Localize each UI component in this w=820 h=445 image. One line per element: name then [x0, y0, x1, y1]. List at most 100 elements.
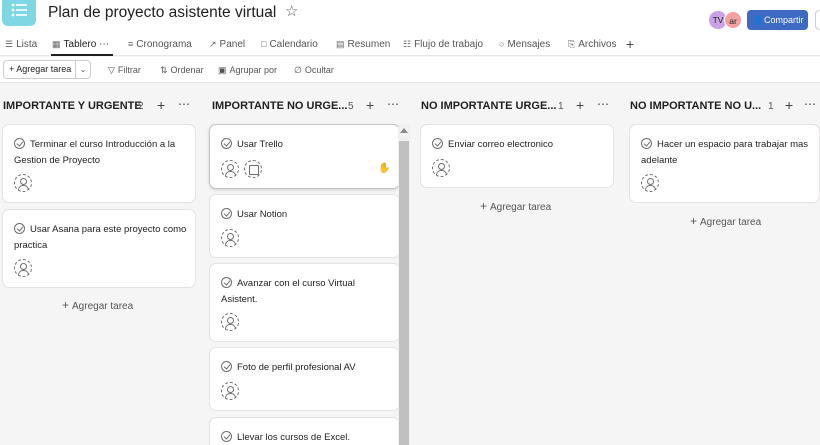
tab-label: Lista — [16, 39, 38, 50]
more-icon[interactable]: ⋯ — [597, 97, 610, 111]
column-count: 5 — [348, 101, 354, 112]
column-title[interactable]: IMPORTANTE NO URGE... — [212, 100, 347, 114]
chevron-down-icon[interactable]: ⌄ — [75, 60, 91, 79]
tab-flujo-de-trabajo[interactable]: ☷ Flujo de trabajo — [403, 39, 483, 50]
tab-archivos[interactable]: ⎘ Archivos — [568, 39, 617, 50]
filter-button[interactable]: ▽ Filtrar — [108, 65, 141, 76]
task-title: Usar Trello — [237, 139, 283, 150]
chevron-down-icon[interactable]: ⌄ — [265, 4, 275, 18]
tab-tablero[interactable]: ▦ Tablero ⋯ — [52, 39, 109, 50]
sort-label: Ordenar — [170, 65, 204, 75]
group-label: Agrupar por — [229, 65, 278, 75]
add-icon[interactable]: + — [785, 97, 793, 113]
hide-label: Ocultar — [304, 65, 334, 75]
overview-icon: ▤ — [336, 39, 345, 49]
column-count: 1 — [768, 101, 774, 112]
board-toolbar: + Agregar tarea ⌄ ▽ Filtrar ⇅ Ordenar ▣ Agr… — [0, 57, 820, 83]
tab-label: Flujo de trabajo — [414, 39, 484, 50]
message-icon: ○ — [499, 39, 505, 49]
group-icon: ▣ — [218, 65, 227, 75]
share-button-label: Compartir — [764, 15, 804, 25]
plus-icon: + — [480, 199, 488, 213]
task-card[interactable]: Llevar los cursos de Excel. — [209, 417, 400, 445]
tab-panel[interactable]: ↗ Panel — [209, 39, 245, 50]
assignee-icon[interactable] — [432, 159, 450, 177]
add-task-label: Agregar tarea — [490, 202, 552, 213]
task-card[interactable]: Usar Asana para este proyecto como pract… — [2, 209, 196, 288]
tab-label: Resumen — [347, 39, 391, 50]
group-button[interactable]: ▣ Agrupar por — [218, 65, 277, 76]
tab-label: Cronograma — [136, 39, 192, 50]
filter-label: Filtrar — [117, 65, 141, 75]
assignee-icon[interactable] — [221, 160, 239, 178]
tab-label: Calendario — [269, 39, 318, 50]
tab-label: Mensajes — [507, 39, 551, 50]
board-icon: ▦ — [52, 39, 61, 49]
list-check-icon: ☰ — [5, 39, 14, 49]
task-card[interactable]: Foto de perfil profesional AV — [209, 347, 400, 411]
assignee-icon[interactable] — [221, 382, 239, 400]
task-title: Avanzar con el curso Virtual Asistent. — [221, 278, 355, 305]
thumbs-up-icon[interactable]: ✋ — [378, 163, 390, 174]
assignee-icon[interactable] — [641, 174, 659, 192]
more-button[interactable] — [815, 10, 820, 30]
assignee-icon[interactable] — [221, 313, 239, 331]
task-card[interactable]: Enviar correo electronico — [420, 124, 614, 188]
tab-label: Panel — [219, 39, 246, 50]
tab-calendario[interactable]: □ Calendario — [261, 39, 318, 50]
add-icon[interactable]: + — [576, 97, 584, 113]
column-title[interactable]: NO IMPORTANTE NO U... — [630, 100, 761, 114]
task-card[interactable]: Avanzar con el curso Virtual Asistent. — [209, 263, 400, 342]
add-task-in-column[interactable]: + Agregar tarea — [690, 214, 761, 228]
add-user-icon: 👤 — [753, 15, 765, 25]
avatar[interactable]: ar — [724, 11, 742, 29]
column-title[interactable]: IMPORTANTE Y URGENTE — [3, 100, 142, 114]
assignee-icon[interactable] — [14, 174, 32, 192]
task-title: Llevar los cursos de Excel. — [237, 432, 350, 443]
attachment-icon: ⎘ — [568, 39, 576, 49]
more-icon[interactable]: ⋯ — [387, 97, 400, 111]
scrollbar-thumb[interactable] — [399, 141, 409, 445]
filter-icon: ▽ — [108, 65, 115, 75]
tab-mensajes[interactable]: ○ Mensajes — [499, 39, 550, 50]
task-card[interactable]: Terminar el curso Introducción a la Gest… — [2, 124, 196, 203]
calendar-icon: □ — [261, 39, 267, 49]
tab-resumen[interactable]: ▤ Resumen — [336, 39, 390, 50]
column-title[interactable]: NO IMPORTANTE URGE... — [421, 100, 556, 114]
project-header: Plan de proyecto asistente virtual ⌄ ☆ T… — [0, 0, 820, 34]
calendar-icon[interactable] — [244, 160, 262, 178]
task-card[interactable]: Hacer un espacio para trabajar mas adela… — [629, 124, 820, 203]
add-icon[interactable]: + — [366, 97, 374, 113]
kanban-board: IMPORTANTE Y URGENTE 2 + ⋯ Terminar el c… — [0, 84, 820, 445]
more-icon[interactable]: ⋯ — [178, 97, 191, 111]
project-icon[interactable] — [2, 0, 36, 26]
task-title: Enviar correo electronico — [448, 139, 554, 150]
tab-cronograma[interactable]: ≡ Cronograma — [128, 39, 192, 50]
scroll-up-arrow-icon[interactable] — [400, 128, 408, 133]
assignee-icon[interactable] — [221, 229, 239, 247]
sort-button[interactable]: ⇅ Ordenar — [160, 65, 204, 76]
assignee-icon[interactable] — [14, 259, 32, 277]
add-task-button[interactable]: + Agregar tarea — [3, 60, 76, 79]
hide-button[interactable]: ∅ Ocultar — [294, 65, 334, 76]
share-button[interactable]: 👤 Compartir — [747, 10, 808, 30]
more-icon[interactable]: ⋯ — [99, 39, 109, 50]
eye-off-icon: ∅ — [294, 65, 302, 75]
timeline-icon: ≡ — [128, 39, 134, 49]
task-title: Usar Notion — [237, 209, 288, 220]
project-title[interactable]: Plan de proyecto asistente virtual — [48, 4, 276, 22]
add-task-in-column[interactable]: + Agregar tarea — [62, 298, 133, 312]
tab-lista[interactable]: ☰ Lista — [5, 39, 37, 50]
task-card[interactable]: Usar Notion — [209, 194, 400, 258]
add-icon[interactable]: + — [157, 97, 165, 113]
star-icon[interactable]: ☆ — [285, 2, 298, 20]
task-title: Hacer un espacio para trabajar mas adela… — [641, 139, 809, 166]
add-task-in-column[interactable]: + Agregar tarea — [480, 199, 551, 213]
plus-icon: + — [690, 214, 698, 228]
task-card[interactable]: Usar Trello ✋ — [209, 124, 400, 189]
add-tab-icon[interactable]: + — [626, 36, 634, 52]
task-title: Foto de perfil profesional AV — [237, 362, 356, 373]
column-count: 1 — [558, 101, 564, 112]
view-tabs: ☰ Lista ▦ Tablero ⋯ ≡ Cronograma ↗ Panel □ Ca… — [0, 34, 820, 56]
more-icon[interactable]: ⋯ — [804, 97, 817, 111]
